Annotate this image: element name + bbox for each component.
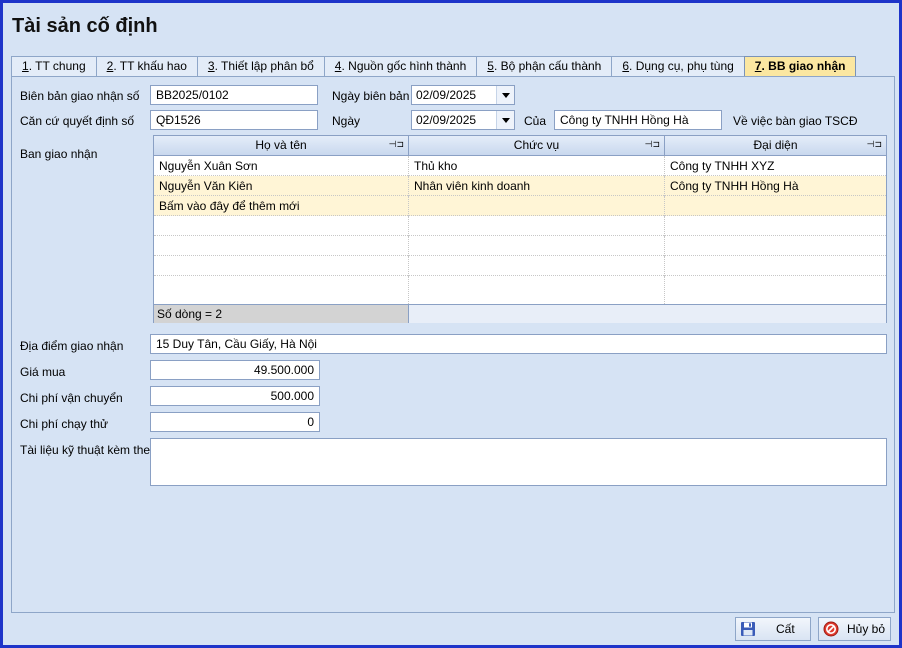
tab-dung-cu-phu-tung[interactable]: 6. Dụng cụ, phụ tùng <box>611 56 745 76</box>
chay-thu-input[interactable]: 0 <box>150 412 320 432</box>
chevron-down-icon[interactable] <box>496 86 514 104</box>
column-header-label: Chức vụ <box>513 138 560 152</box>
ban-giao-nhan-grid: Họ và tên ⊣⊐ Chức vụ ⊣⊐ Đại diện ⊣⊐ Nguyễn … <box>153 135 887 323</box>
column-header-dai-dien[interactable]: Đại diện ⊣⊐ <box>665 136 886 155</box>
tab-label: . TT khấu hao <box>113 59 187 73</box>
gia-mua-input[interactable]: 49.500.000 <box>150 360 320 380</box>
tab-label: . Bộ phận cấu thành <box>493 59 602 73</box>
cancel-button[interactable]: Hủy bỏ <box>818 617 891 641</box>
new-row[interactable]: Bấm vào đây để thêm mới <box>154 196 886 216</box>
column-header-label: Đại diện <box>753 138 798 152</box>
tab-bb-giao-nhan[interactable]: 7. BB giao nhận <box>743 56 857 77</box>
cell-chuc-vu[interactable]: Nhân viên kinh doanh <box>409 176 665 196</box>
table-row[interactable]: Nguyễn Xuân Sơn Thủ kho Công ty TNHH XYZ <box>154 156 886 176</box>
can-cu-input[interactable]: QĐ1526 <box>150 110 318 130</box>
column-header-label: Họ và tên <box>255 138 307 152</box>
grid-header: Họ và tên ⊣⊐ Chức vụ ⊣⊐ Đại diện ⊣⊐ <box>154 136 886 156</box>
van-chuyen-input[interactable]: 500.000 <box>150 386 320 406</box>
dia-diem-label: Địa điểm giao nhận <box>20 339 124 353</box>
tab-tt-khau-hao[interactable]: 2. TT khấu hao <box>95 56 198 76</box>
tab-bo-phan-cau-thanh[interactable]: 5. Bộ phận cấu thành <box>476 56 613 76</box>
tab-label: . Dụng cụ, phụ tùng <box>629 59 734 73</box>
empty-cell <box>409 216 665 236</box>
empty-cell[interactable] <box>409 196 665 216</box>
tab-bar: 1. TT chung 2. TT khấu hao 3. Thiết lập … <box>11 56 857 77</box>
save-button-label: Cất <box>776 622 795 636</box>
pin-icon[interactable]: ⊣⊐ <box>867 140 882 149</box>
can-cu-label: Căn cứ quyết định số <box>20 114 135 128</box>
empty-cell <box>154 256 409 276</box>
table-row[interactable]: Nguyễn Văn Kiên Nhân viên kinh doanh Côn… <box>154 176 886 196</box>
dia-diem-input[interactable]: 15 Duy Tân, Cầu Giấy, Hà Nội <box>150 334 887 354</box>
chay-thu-label: Chi phí chạy thử <box>20 417 109 431</box>
ngay-bien-ban-value: 02/09/2025 <box>416 88 477 102</box>
bien-ban-input[interactable]: BB2025/0102 <box>150 85 318 105</box>
ve-viec-label: Về việc bàn giao TSCĐ <box>733 114 858 128</box>
gia-mua-label: Giá mua <box>20 365 66 379</box>
tai-lieu-textarea[interactable] <box>150 438 887 486</box>
van-chuyen-label: Chi phí vận chuyển <box>20 391 123 405</box>
tab-panel: Biên bản giao nhận số BB2025/0102 Ngày b… <box>11 76 895 613</box>
empty-cell[interactable] <box>665 196 886 216</box>
empty-row <box>154 256 886 276</box>
tab-number: 1 <box>22 59 29 73</box>
column-header-ho-ten[interactable]: Họ và tên ⊣⊐ <box>154 136 409 155</box>
empty-cell <box>154 216 409 236</box>
window-title: Tài sản cố định <box>12 15 158 37</box>
empty-cell <box>154 236 409 256</box>
bien-ban-label: Biên bản giao nhận số <box>20 89 140 103</box>
ngay-datepicker[interactable]: 02/09/2025 <box>411 110 515 130</box>
main-window: Tài sản cố định 1. TT chung 2. TT khấu h… <box>0 0 902 648</box>
tab-tt-chung[interactable]: 1. TT chung <box>11 56 97 76</box>
tab-nguon-goc-hinh-thanh[interactable]: 4. Nguồn gốc hình thành <box>323 56 478 76</box>
column-header-chuc-vu[interactable]: Chức vụ ⊣⊐ <box>409 136 665 155</box>
tab-label: . BB giao nhận <box>761 59 846 73</box>
cancel-icon <box>823 621 839 637</box>
pin-icon[interactable]: ⊣⊐ <box>645 140 660 149</box>
empty-row <box>154 216 886 236</box>
empty-cell <box>409 276 665 304</box>
grid-footer: Số dòng = 2 <box>154 304 886 323</box>
ngay-bien-ban-datepicker[interactable]: 02/09/2025 <box>411 85 515 105</box>
tab-label: . TT chung <box>28 59 86 73</box>
ngay-bien-ban-label: Ngày biên bản <box>332 89 410 103</box>
tab-number: 3 <box>207 59 215 73</box>
tab-number: 5 <box>487 59 494 73</box>
tab-label: . Nguồn gốc hình thành <box>341 59 467 73</box>
cua-label: Của <box>524 114 547 128</box>
ban-giao-nhan-label: Ban giao nhận <box>20 147 98 161</box>
cancel-button-label: Hủy bỏ <box>847 622 886 636</box>
empty-cell <box>409 256 665 276</box>
ngay-label: Ngày <box>332 114 361 128</box>
cell-ho-ten[interactable]: Nguyễn Văn Kiên <box>154 176 409 196</box>
cell-ho-ten[interactable]: Nguyễn Xuân Sơn <box>154 156 409 176</box>
row-count: Số dòng = 2 <box>154 305 409 323</box>
cell-dai-dien[interactable]: Công ty TNHH Hồng Hà <box>665 176 886 196</box>
empty-row <box>154 276 886 304</box>
chevron-down-icon[interactable] <box>496 111 514 129</box>
tab-label: . Thiết lập phân bổ <box>214 59 314 73</box>
empty-cell <box>154 276 409 304</box>
save-button[interactable]: Cất <box>735 617 811 641</box>
empty-cell <box>409 236 665 256</box>
new-row-prompt[interactable]: Bấm vào đây để thêm mới <box>154 196 409 216</box>
tai-lieu-label: Tài liệu kỹ thuật kèm theo <box>20 443 157 457</box>
cell-dai-dien[interactable]: Công ty TNHH XYZ <box>665 156 886 176</box>
empty-row <box>154 236 886 256</box>
pin-icon[interactable]: ⊣⊐ <box>389 140 404 149</box>
cell-chuc-vu[interactable]: Thủ kho <box>409 156 665 176</box>
floppy-disk-icon <box>741 622 755 636</box>
cua-input[interactable]: Công ty TNHH Hồng Hà <box>554 110 722 130</box>
tab-thiet-lap-phan-bo[interactable]: 3. Thiết lập phân bổ <box>196 56 325 76</box>
ngay-value: 02/09/2025 <box>416 113 477 127</box>
